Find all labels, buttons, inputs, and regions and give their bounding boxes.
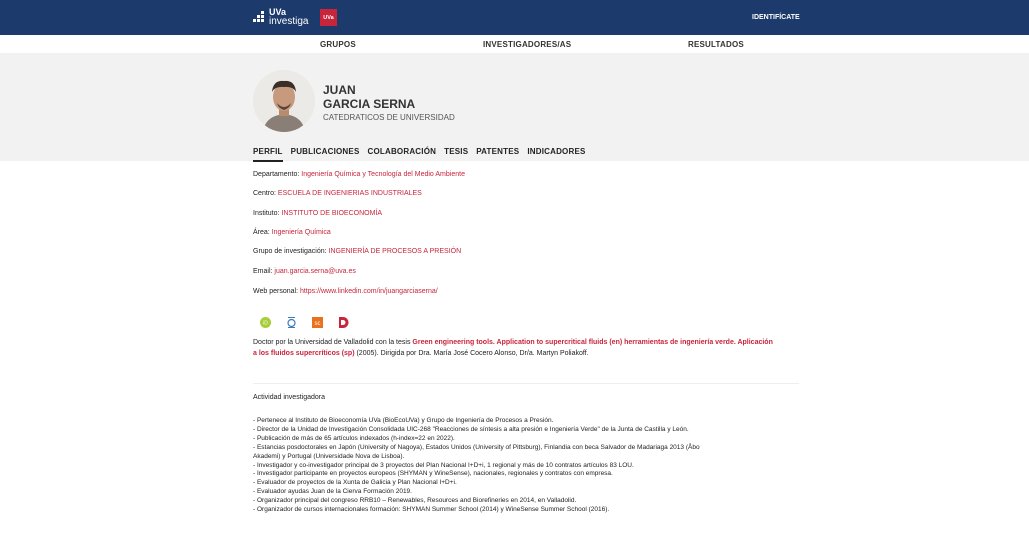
scopus-icon[interactable]: sc bbox=[312, 315, 323, 328]
centro-link[interactable]: ESCUELA DE INGENIERIAS INDUSTRIALES bbox=[278, 190, 422, 197]
web-link[interactable]: https://www.linkedin.com/in/juangarciase… bbox=[300, 288, 438, 295]
list-item: - Director de la Unidad de Investigación… bbox=[253, 425, 689, 433]
avatar bbox=[253, 70, 315, 132]
tab-patentes[interactable]: PATENTES bbox=[476, 144, 519, 162]
tab-colaboracion[interactable]: COLABORACIÓN bbox=[367, 144, 436, 162]
field-departamento: Departamento: Ingeniería Química y Tecno… bbox=[253, 171, 465, 178]
main-nav: GRUPOS INVESTIGADORES/AS RESULTADOS bbox=[0, 35, 1029, 53]
list-item: - Estancias posdoctorales en Japón (Univ… bbox=[253, 443, 700, 451]
list-item: - Investigador participante en proyectos… bbox=[253, 470, 613, 478]
identifier-icons: iD sc bbox=[260, 315, 349, 328]
field-instituto: Instituto: INSTITUTO DE BIOECONOMÍA bbox=[253, 210, 383, 217]
list-item: - Organizador de cursos internacionales … bbox=[253, 506, 610, 514]
departamento-link[interactable]: Ingeniería Química y Tecnología del Medi… bbox=[301, 171, 465, 178]
list-item: - Organizador principal del congreso RRB… bbox=[253, 497, 577, 505]
field-web: Web personal: https://www.linkedin.com/i… bbox=[253, 288, 438, 295]
area-link[interactable]: Ingeniería Química bbox=[272, 229, 331, 236]
field-centro: Centro: ESCUELA DE INGENIERIAS INDUSTRIA… bbox=[253, 190, 422, 197]
nav-item-investigadores[interactable]: INVESTIGADORES/AS bbox=[483, 40, 571, 49]
tab-publicaciones[interactable]: PUBLICACIONES bbox=[291, 144, 360, 162]
grupo-link[interactable]: INGENIERÍA DE PROCESOS A PRESIÓN bbox=[329, 248, 462, 255]
tab-perfil[interactable]: PERFIL bbox=[253, 144, 283, 162]
dialnet-icon[interactable] bbox=[338, 315, 349, 328]
list-item: - Evaluador ayudas Juan de la Cierva For… bbox=[253, 488, 412, 496]
field-grupo: Grupo de investigación: INGENIERÍA DE PR… bbox=[253, 248, 462, 255]
uva-investiga-logo[interactable]: UVa investiga bbox=[253, 8, 309, 27]
top-bar: UVa investiga UVa IDENTIFÍCATE bbox=[0, 0, 1029, 35]
tab-tesis[interactable]: TESIS bbox=[444, 144, 468, 162]
researcherid-icon[interactable] bbox=[286, 315, 297, 328]
instituto-link[interactable]: INSTITUTO DE BIOECONOMÍA bbox=[281, 210, 382, 217]
orcid-icon[interactable]: iD bbox=[260, 315, 271, 328]
field-email: Email: juan.garcia.serna@uva.es bbox=[253, 268, 356, 275]
thesis-text: Doctor por la Universidad de Valladolid … bbox=[253, 339, 773, 357]
nav-item-grupos[interactable]: GRUPOS bbox=[320, 40, 356, 49]
job-position: CATEDRATICOS DE UNIVERSIDAD bbox=[323, 113, 455, 122]
nav-item-resultados[interactable]: RESULTADOS bbox=[688, 40, 744, 49]
identify-button[interactable]: IDENTIFÍCATE bbox=[752, 14, 800, 21]
divider bbox=[253, 383, 799, 384]
list-item: Akademi) y Portugal (Universidade Nova d… bbox=[253, 452, 405, 460]
research-list: - Pertenece al Instituto de Bioeconomía … bbox=[253, 417, 813, 515]
tab-indicadores[interactable]: INDICADORES bbox=[527, 144, 585, 162]
svg-text:iD: iD bbox=[263, 321, 268, 327]
svg-text:sc: sc bbox=[315, 321, 321, 327]
logo-squares-icon bbox=[253, 10, 266, 24]
list-item: - Evaluador de proyectos de la Xunta de … bbox=[253, 479, 457, 487]
list-item: - Investigador y co-investigador princip… bbox=[253, 461, 634, 469]
list-item: - Pertenece al Instituto de Bioeconomía … bbox=[253, 417, 554, 424]
logo-line2: investiga bbox=[269, 16, 309, 27]
email-link[interactable]: juan.garcia.serna@uva.es bbox=[274, 268, 355, 275]
uva-badge[interactable]: UVa bbox=[320, 9, 337, 26]
research-heading: Actividad investigadora bbox=[253, 394, 325, 401]
list-item: - Publicación de más de 65 artículos ind… bbox=[253, 434, 455, 442]
profile-tabs: PERFIL PUBLICACIONES COLABORACIÓN TESIS … bbox=[253, 144, 586, 162]
last-name: GARCIA SERNA bbox=[323, 97, 416, 111]
first-name: JUAN bbox=[323, 83, 356, 97]
avatar-photo-icon bbox=[253, 70, 315, 132]
field-area: Área: Ingeniería Química bbox=[253, 229, 331, 236]
